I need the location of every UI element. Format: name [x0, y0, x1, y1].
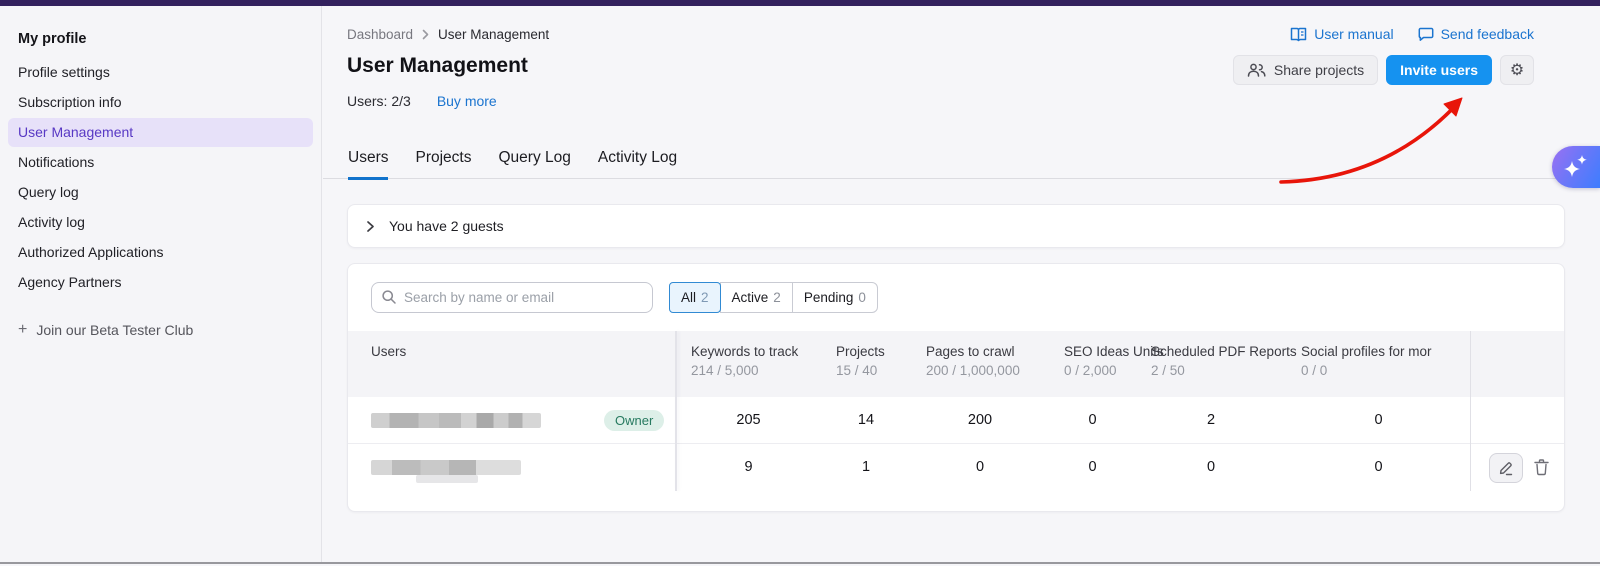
column-projects-usage: 15 / 40	[836, 363, 911, 378]
users-table-card: All 2 Active 2 Pending 0 Users Keywords …	[347, 263, 1565, 512]
filter-pending-count: 0	[858, 290, 866, 305]
feedback-bubble-icon	[1418, 27, 1434, 42]
sidebar-item-notifications[interactable]: Notifications	[8, 148, 313, 177]
table-row: Owner 205 14 200 0 2 0	[348, 397, 1565, 444]
column-social-profiles: Social profiles for mor	[1301, 344, 1471, 359]
guests-expander[interactable]: You have 2 guests	[347, 204, 1565, 248]
fixed-column-divider	[675, 331, 677, 491]
buy-more-link[interactable]: Buy more	[437, 93, 497, 109]
cell-pages: 200	[911, 397, 1049, 444]
tab-query-log[interactable]: Query Log	[498, 149, 570, 180]
edit-user-button[interactable]	[1489, 453, 1523, 483]
join-beta-tester-club-link[interactable]: + Join our Beta Tester Club	[8, 317, 313, 343]
help-links: User manual Send feedback	[1290, 26, 1534, 42]
user-manual-label: User manual	[1314, 26, 1393, 42]
profile-sidebar: My profile Profile settings Subscription…	[0, 6, 322, 562]
filter-all-label: All	[681, 290, 696, 305]
search-field-wrap	[371, 282, 653, 313]
settings-button[interactable]: ⚙	[1500, 55, 1534, 85]
chevron-right-icon	[422, 29, 429, 40]
sidebar-item-profile-settings[interactable]: Profile settings	[8, 58, 313, 87]
column-seo-ideas: SEO Ideas Units	[1064, 344, 1136, 359]
tab-activity-log[interactable]: Activity Log	[598, 149, 677, 180]
column-keywords: Keywords to track	[691, 344, 821, 359]
column-pages-to-crawl: Pages to crawl	[926, 344, 1049, 359]
cell-keywords: 205	[676, 397, 821, 444]
people-icon	[1247, 63, 1266, 77]
delete-user-button[interactable]	[1534, 459, 1549, 476]
breadcrumb-dashboard[interactable]: Dashboard	[347, 27, 413, 42]
sidebar-item-subscription-info[interactable]: Subscription info	[8, 88, 313, 117]
header-actions: Share projects Invite users ⚙	[1233, 55, 1534, 85]
breadcrumb: Dashboard User Management	[347, 27, 549, 42]
filter-all[interactable]: All 2	[669, 282, 721, 313]
sidebar-item-activity-log[interactable]: Activity log	[8, 208, 313, 237]
column-seo-ideas-usage: 0 / 2,000	[1064, 363, 1136, 378]
cell-keywords: 9	[676, 444, 821, 491]
invite-users-button[interactable]: Invite users	[1386, 55, 1492, 85]
table-row: 9 1 0 0 0 0	[348, 444, 1565, 491]
cell-seo-ideas: 0	[1049, 444, 1136, 491]
chevron-expand-icon	[366, 220, 375, 233]
filter-active[interactable]: Active 2	[720, 282, 793, 313]
column-pdf-reports-usage: 2 / 50	[1151, 363, 1286, 378]
section-tabs: Users Projects Query Log Activity Log	[348, 149, 677, 180]
column-pdf-reports: Scheduled PDF Reports	[1151, 344, 1286, 359]
gear-icon: ⚙	[1510, 60, 1524, 80]
sidebar-item-authorized-applications[interactable]: Authorized Applications	[8, 238, 313, 267]
status-filter-group: All 2 Active 2 Pending 0	[669, 282, 878, 313]
filter-active-label: Active	[732, 290, 769, 305]
cell-pdf-reports: 0	[1136, 444, 1286, 491]
cell-pdf-reports: 2	[1136, 397, 1286, 444]
sidebar-item-user-management[interactable]: User Management	[8, 118, 313, 147]
share-projects-label: Share projects	[1274, 62, 1364, 78]
beta-link-label: Join our Beta Tester Club	[36, 322, 193, 338]
cell-projects: 14	[821, 397, 911, 444]
user-management-page: My profile Profile settings Subscription…	[0, 0, 1600, 566]
cell-seo-ideas: 0	[1049, 397, 1136, 444]
filter-pending-label: Pending	[804, 290, 854, 305]
window-bottom-edge	[0, 562, 1600, 564]
column-pages-usage: 200 / 1,000,000	[926, 363, 1049, 378]
redacted-user-name	[371, 413, 541, 428]
filter-active-count: 2	[773, 290, 781, 305]
sidebar-item-query-log[interactable]: Query log	[8, 178, 313, 207]
users-count: Users: 2/3	[347, 93, 411, 109]
share-projects-button[interactable]: Share projects	[1233, 55, 1378, 85]
actions-column-divider	[1470, 331, 1471, 491]
trash-icon	[1534, 459, 1549, 476]
search-input[interactable]	[371, 282, 653, 313]
column-projects: Projects	[836, 344, 911, 359]
breadcrumb-current: User Management	[438, 27, 549, 42]
cell-pages: 0	[911, 444, 1049, 491]
tab-projects[interactable]: Projects	[415, 149, 471, 180]
page-title: User Management	[347, 54, 528, 78]
search-icon	[381, 289, 397, 305]
cell-social: 0	[1286, 397, 1471, 444]
user-manual-link[interactable]: User manual	[1290, 26, 1393, 42]
send-feedback-label: Send feedback	[1441, 26, 1534, 42]
sidebar-title: My profile	[0, 27, 321, 57]
owner-badge: Owner	[604, 410, 664, 431]
cell-projects: 1	[821, 444, 911, 491]
plus-icon: +	[18, 323, 27, 337]
book-icon	[1290, 27, 1307, 42]
tab-users[interactable]: Users	[348, 149, 388, 180]
sidebar-item-agency-partners[interactable]: Agency Partners	[8, 268, 313, 297]
cell-social: 0	[1286, 444, 1471, 491]
filter-pending[interactable]: Pending 0	[792, 282, 878, 313]
column-keywords-usage: 214 / 5,000	[691, 363, 821, 378]
column-users: Users	[371, 344, 676, 359]
filter-all-count: 2	[701, 290, 709, 305]
invite-users-label: Invite users	[1400, 62, 1478, 78]
column-social-usage: 0 / 0	[1301, 363, 1471, 378]
users-summary-row: Users: 2/3 Buy more	[347, 93, 497, 109]
ai-assistant-button[interactable]	[1552, 146, 1600, 188]
sparkles-icon	[1561, 153, 1591, 181]
send-feedback-link[interactable]: Send feedback	[1418, 26, 1534, 42]
guests-banner-text: You have 2 guests	[389, 218, 504, 234]
pencil-icon	[1498, 460, 1514, 476]
redacted-user-name	[371, 460, 521, 475]
table-header: Users Keywords to track 214 / 5,000 Proje…	[348, 331, 1565, 397]
